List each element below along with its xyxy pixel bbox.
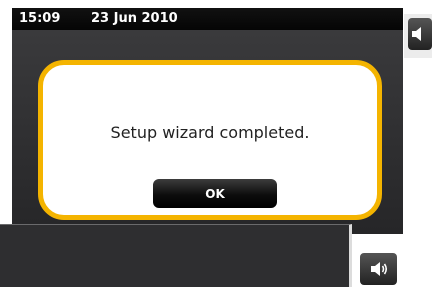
status-time: 15:09 bbox=[19, 11, 61, 26]
device-screen: 15:09 23 Jun 2010 Setup wizard completed… bbox=[12, 8, 403, 234]
status-date: 23 Jun 2010 bbox=[91, 11, 178, 26]
volume-button[interactable] bbox=[360, 253, 397, 285]
lower-screen-panel bbox=[0, 224, 352, 287]
status-bar: 15:09 23 Jun 2010 bbox=[12, 8, 403, 30]
volume-button-top[interactable] bbox=[408, 18, 432, 50]
dialog-message: Setup wizard completed. bbox=[110, 123, 310, 142]
speaker-volume-icon bbox=[370, 262, 387, 276]
ok-button[interactable]: OK bbox=[153, 179, 277, 208]
speaker-volume-icon bbox=[412, 27, 421, 41]
setup-complete-dialog: Setup wizard completed. OK bbox=[38, 60, 382, 220]
